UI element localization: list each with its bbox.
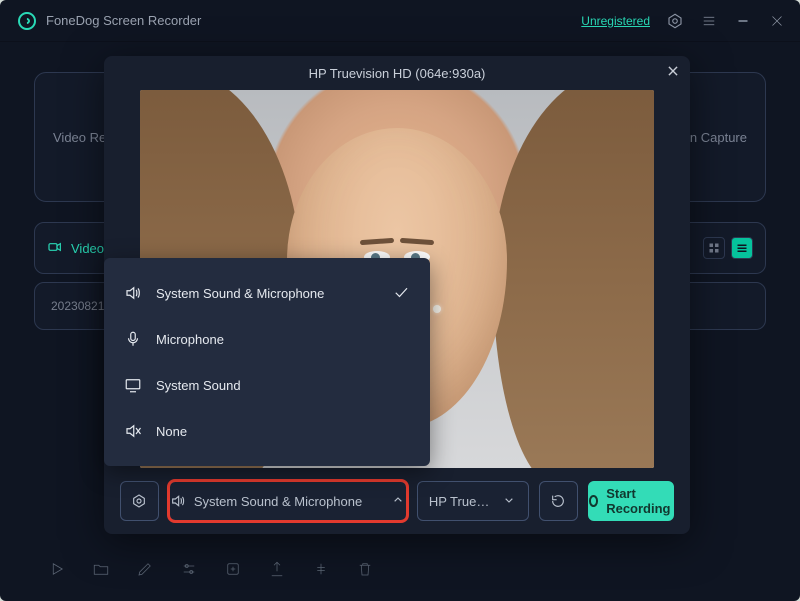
audio-option-system[interactable]: System Sound <box>104 362 430 408</box>
app-window: FoneDog Screen Recorder Unregistered Vid… <box>0 0 800 601</box>
camera-select-label: HP Truevi… <box>429 494 495 509</box>
audio-source-label: System Sound & Microphone <box>194 494 362 509</box>
adjust-icon[interactable] <box>180 560 198 583</box>
modal-title-bar: HP Truevision HD (064e:930a) <box>104 56 690 90</box>
audio-option-label: None <box>156 424 187 439</box>
start-recording-label: Start Recording <box>606 486 673 516</box>
minimize-icon[interactable] <box>734 12 752 30</box>
play-icon[interactable] <box>48 560 66 583</box>
audio-option-microphone[interactable]: Microphone <box>104 316 430 362</box>
modal-close-icon[interactable] <box>666 64 680 81</box>
audio-option-label: System Sound & Microphone <box>156 286 324 301</box>
webcam-settings-button[interactable] <box>120 481 159 521</box>
compress-icon[interactable] <box>312 560 330 583</box>
settings-icon[interactable] <box>666 12 684 30</box>
audio-option-system-mic[interactable]: System Sound & Microphone <box>104 270 430 316</box>
camcorder-icon <box>47 239 63 258</box>
convert-icon[interactable] <box>224 560 242 583</box>
modal-title: HP Truevision HD (064e:930a) <box>309 66 486 81</box>
app-logo-icon <box>18 12 36 30</box>
footer-toolbar <box>0 551 800 591</box>
list-view-button[interactable] <box>731 237 753 259</box>
modal-controls: System Sound & Microphone HP Truevi… Sta… <box>104 468 690 534</box>
audio-source-menu: System Sound & Microphone Microphone Sys… <box>104 258 430 466</box>
title-actions: Unregistered <box>581 12 786 30</box>
close-icon[interactable] <box>768 12 786 30</box>
record-icon <box>589 495 598 507</box>
grid-view-button[interactable] <box>703 237 725 259</box>
menu-icon[interactable] <box>700 12 718 30</box>
folder-icon[interactable] <box>92 560 110 583</box>
title-bar: FoneDog Screen Recorder Unregistered <box>0 0 800 42</box>
audio-option-label: System Sound <box>156 378 241 393</box>
app-title: FoneDog Screen Recorder <box>46 13 201 28</box>
chevron-up-icon <box>390 492 406 511</box>
audio-source-button[interactable]: System Sound & Microphone <box>169 481 407 521</box>
trash-icon[interactable] <box>356 560 374 583</box>
audio-option-label: Microphone <box>156 332 224 347</box>
edit-icon[interactable] <box>136 560 154 583</box>
chevron-down-icon <box>501 492 517 511</box>
recording-row-date: 20230821 <box>51 299 104 313</box>
recordings-toolbar-label: Video <box>71 241 104 256</box>
camera-select-button[interactable]: HP Truevi… <box>417 481 529 521</box>
unregistered-link[interactable]: Unregistered <box>581 14 650 28</box>
start-recording-button[interactable]: Start Recording <box>588 481 674 521</box>
audio-option-none[interactable]: None <box>104 408 430 454</box>
check-icon <box>392 283 410 304</box>
export-icon[interactable] <box>268 560 286 583</box>
rotate-button[interactable] <box>539 481 578 521</box>
